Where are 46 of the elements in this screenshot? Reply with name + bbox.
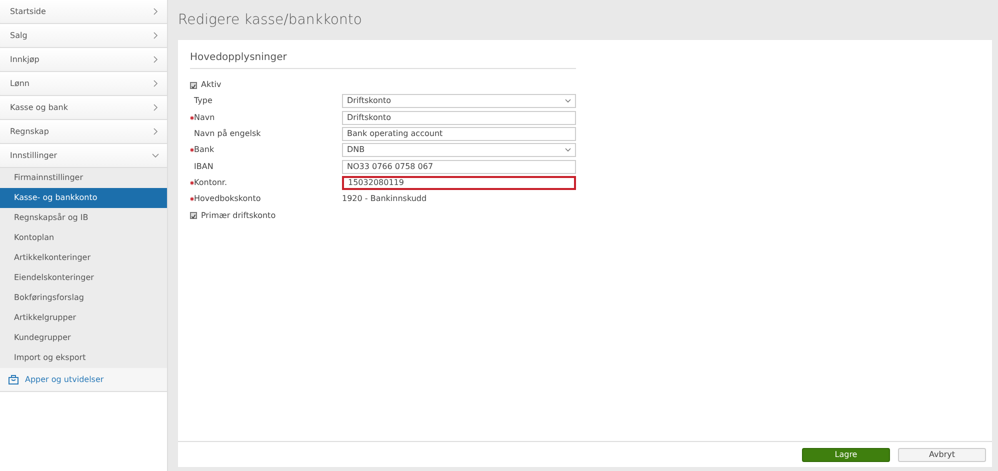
required-icon — [190, 116, 194, 120]
chevron-down-icon — [565, 148, 571, 152]
field-value: 1920 - Bankinnskudd — [342, 193, 427, 206]
save-button[interactable]: Lagre — [802, 448, 890, 462]
sidebar-subitem[interactable]: Kundegrupper — [0, 328, 167, 348]
input-field[interactable]: Bank operating account — [342, 127, 576, 142]
checkbox-label: Aktiv — [201, 79, 222, 92]
chevron-right-icon — [152, 56, 159, 63]
checkbox[interactable] — [190, 82, 197, 89]
cancel-button[interactable]: Avbryt — [898, 448, 986, 462]
chevron-right-icon — [152, 80, 159, 87]
field-label: Bank — [194, 144, 214, 156]
field-label: Hovedbokskonto — [194, 193, 261, 206]
shopping-bag-icon — [8, 374, 19, 385]
chevron-right-icon — [152, 128, 159, 135]
sidebar-subitem[interactable]: Bokføringsforslag — [0, 288, 167, 308]
chevron-right-icon — [152, 32, 159, 39]
field-label: Type — [194, 95, 212, 108]
input-field[interactable]: Driftskonto — [342, 110, 576, 125]
field-label: IBAN — [194, 160, 214, 173]
field-label: Navn — [194, 112, 215, 124]
sidebar-subitem[interactable]: Artikkelkonteringer — [0, 248, 167, 268]
section-title: Hovedopplysninger — [190, 52, 287, 63]
field-label: Navn på engelsk — [194, 128, 261, 140]
required-icon — [190, 180, 194, 185]
select-field[interactable]: DNB — [342, 143, 576, 158]
input-field[interactable]: 15032080119 — [342, 176, 576, 190]
page-title: Redigere kasse/bankkonto — [178, 10, 362, 30]
chevron-right-icon — [152, 104, 159, 111]
checkbox-label: Primær driftskonto — [201, 210, 276, 222]
required-icon — [190, 197, 194, 202]
input-field[interactable]: NO33 0766 0758 067 — [342, 160, 576, 174]
sidebar-subitem[interactable]: Import og eksport — [0, 348, 167, 368]
field-label: Kontonr. — [194, 176, 228, 189]
sidebar-subitem[interactable]: Kontoplan — [0, 228, 167, 248]
sidebar-subitem[interactable]: Regnskapsår og IB — [0, 208, 167, 228]
chevron-down-icon — [152, 152, 159, 159]
required-icon — [190, 148, 194, 152]
chevron-down-icon — [565, 99, 571, 104]
select-field[interactable]: Driftskonto — [342, 94, 576, 108]
sidebar-subitem[interactable]: Kasse- og bankkonto — [0, 188, 167, 208]
sidebar-subitem[interactable]: Artikkelgrupper — [0, 308, 167, 328]
sidebar-subitem[interactable]: Eiendelskonteringer — [0, 268, 167, 288]
checkbox[interactable] — [190, 212, 197, 220]
sidebar-subitem[interactable]: Firmainnstillinger — [0, 168, 167, 188]
chevron-right-icon — [152, 8, 159, 15]
